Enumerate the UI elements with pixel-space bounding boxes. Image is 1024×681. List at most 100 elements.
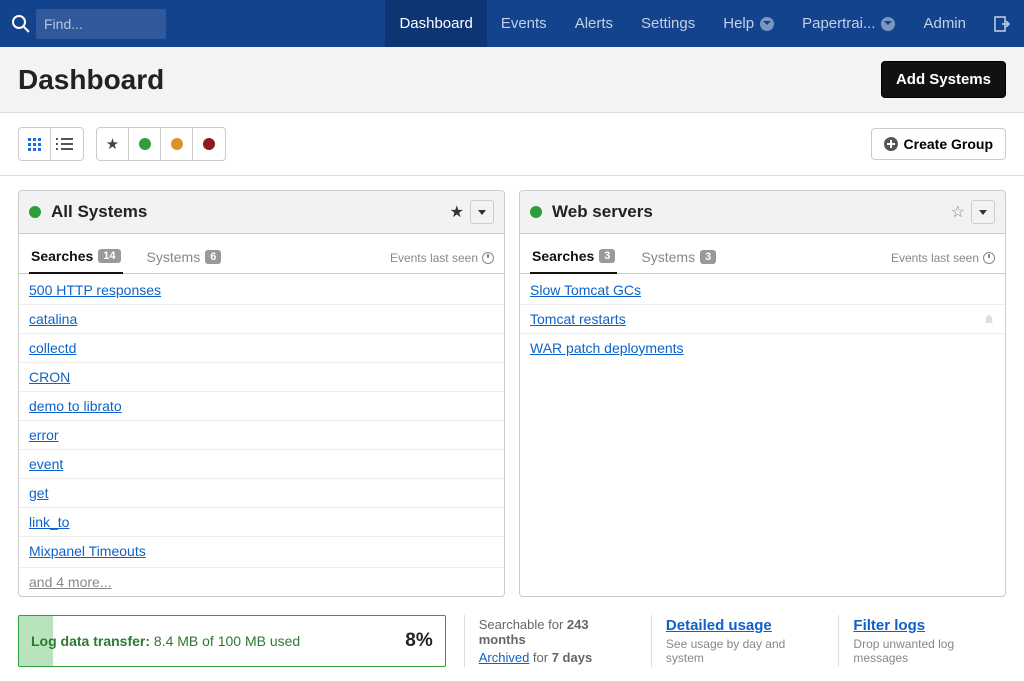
search-link[interactable]: CRON <box>29 369 70 385</box>
status-dot-icon <box>139 138 151 150</box>
search-link[interactable]: Slow Tomcat GCs <box>530 282 641 298</box>
nav-spacer <box>172 0 385 47</box>
tab-label: Systems <box>641 249 695 265</box>
chevron-down-icon <box>881 17 895 31</box>
star-icon: ★ <box>106 135 119 153</box>
searches-list: 500 HTTP responses catalina collectd CRON de… <box>19 274 504 567</box>
bell-icon <box>983 313 995 325</box>
tab-searches[interactable]: Searches 14 <box>29 242 123 274</box>
clock-icon <box>983 252 995 264</box>
status-dot-icon <box>29 206 41 218</box>
tab-label: Searches <box>31 248 93 264</box>
list-item: 500 HTTP responses <box>19 276 504 305</box>
search-input[interactable] <box>36 9 166 39</box>
list-item: demo to librato <box>19 392 504 421</box>
card-title: All Systems <box>51 202 450 222</box>
list-item: CRON <box>19 363 504 392</box>
search-link[interactable]: 500 HTTP responses <box>29 282 161 298</box>
nav-item-events[interactable]: Events <box>487 0 561 47</box>
list-item: Tomcat restarts <box>520 305 1005 334</box>
list-item: event <box>19 450 504 479</box>
toolbar-left: ★ <box>18 127 226 161</box>
nav-label: Help <box>723 15 754 32</box>
tab-systems[interactable]: Systems 6 <box>145 243 224 273</box>
chevron-down-icon <box>760 17 774 31</box>
nav-label: Papertrai... <box>802 15 875 32</box>
tab-searches[interactable]: Searches 3 <box>530 242 617 274</box>
filter-status-button-0[interactable] <box>129 128 161 160</box>
nav-item-alerts[interactable]: Alerts <box>561 0 627 47</box>
filter-logs-link[interactable]: Filter logs <box>853 617 1006 634</box>
search-icon <box>10 13 32 35</box>
grid-icon <box>28 138 41 151</box>
list-item: link_to <box>19 508 504 537</box>
search-link[interactable]: collectd <box>29 340 76 356</box>
card-menu-button[interactable] <box>971 200 995 224</box>
nav-item-settings[interactable]: Settings <box>627 0 709 47</box>
list-view-button[interactable] <box>51 128 83 160</box>
status-dot-icon <box>203 138 215 150</box>
search-link[interactable]: error <box>29 427 59 443</box>
nav-item-admin[interactable]: Admin <box>909 0 980 47</box>
nav-item-dashboard[interactable]: Dashboard <box>385 0 486 47</box>
card-web-servers: Web servers ☆ Searches 3 Systems 3 Event… <box>519 190 1006 597</box>
events-last-seen: Events last seen <box>891 251 995 265</box>
plus-circle-icon <box>884 137 898 151</box>
usage-meter: Log data transfer: 8.4 MB of 100 MB used… <box>18 615 446 667</box>
nav-label: Alerts <box>575 15 613 32</box>
nav-label: Settings <box>641 15 695 32</box>
filter-logs-block: Filter logs Drop unwanted log messages <box>838 615 1006 667</box>
archived-link[interactable]: Archived <box>479 650 530 665</box>
filter-starred-button[interactable]: ★ <box>97 128 129 160</box>
favorite-star-button[interactable]: ☆ <box>951 202 965 222</box>
toolbar: ★ Create Group <box>0 113 1024 176</box>
list-item: Mixpanel Timeouts <box>19 537 504 565</box>
favorite-star-button[interactable]: ★ <box>450 202 464 222</box>
search-link[interactable]: Tomcat restarts <box>530 311 626 327</box>
list-item: collectd <box>19 334 504 363</box>
view-toggle <box>18 127 84 161</box>
usage-text: Log data transfer: 8.4 MB of 100 MB used <box>31 633 300 649</box>
nav-item-help[interactable]: Help <box>709 0 788 47</box>
retention-info: Searchable for 243 months Archived for 7… <box>464 615 633 667</box>
status-dot-icon <box>530 206 542 218</box>
clock-icon <box>482 252 494 264</box>
search-link[interactable]: WAR patch deployments <box>530 340 684 356</box>
grid-view-button[interactable] <box>19 128 51 160</box>
search-link[interactable]: Mixpanel Timeouts <box>29 543 146 559</box>
search-link[interactable]: get <box>29 485 48 501</box>
detailed-usage-link[interactable]: Detailed usage <box>666 617 821 634</box>
events-last-seen: Events last seen <box>390 251 494 265</box>
card-tabs: Searches 3 Systems 3 Events last seen <box>520 234 1005 274</box>
list-item: Slow Tomcat GCs <box>520 276 1005 305</box>
add-systems-button[interactable]: Add Systems <box>881 61 1006 98</box>
search-link[interactable]: event <box>29 456 63 472</box>
filter-status-button-1[interactable] <box>161 128 193 160</box>
top-nav: Dashboard Events Alerts Settings Help Papertr… <box>0 0 1024 47</box>
tab-count-badge: 3 <box>700 250 716 264</box>
detailed-usage-block: Detailed usage See usage by day and syst… <box>651 615 821 667</box>
logout-button[interactable] <box>980 0 1024 47</box>
create-group-button[interactable]: Create Group <box>871 128 1006 160</box>
filter-status-button-2[interactable] <box>193 128 225 160</box>
tab-count-badge: 6 <box>205 250 221 264</box>
card-menu-button[interactable] <box>470 200 494 224</box>
nav-label: Events <box>501 15 547 32</box>
card-title: Web servers <box>552 202 951 222</box>
footer: Log data transfer: 8.4 MB of 100 MB used… <box>0 601 1024 681</box>
search-link[interactable]: demo to librato <box>29 398 122 414</box>
detailed-usage-sub: See usage by day and system <box>666 637 821 665</box>
more-link[interactable]: and 4 more... <box>19 567 504 596</box>
search-link[interactable]: catalina <box>29 311 77 327</box>
tab-label: Systems <box>147 249 201 265</box>
tab-systems[interactable]: Systems 3 <box>639 243 718 273</box>
list-item: get <box>19 479 504 508</box>
usage-percent: 8% <box>405 630 432 652</box>
list-item: catalina <box>19 305 504 334</box>
search-wrap <box>0 0 172 47</box>
search-link[interactable]: link_to <box>29 514 69 530</box>
card-tabs: Searches 14 Systems 6 Events last seen <box>19 234 504 274</box>
page-title: Dashboard <box>18 64 164 96</box>
nav-item-papertrai-[interactable]: Papertrai... <box>788 0 909 47</box>
list-item: error <box>19 421 504 450</box>
